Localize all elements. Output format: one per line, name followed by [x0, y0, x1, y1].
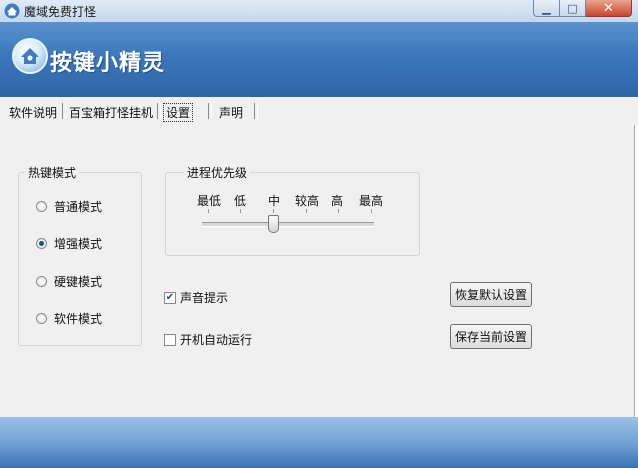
priority-slider-track[interactable] [202, 222, 374, 227]
tab-software-info[interactable]: 软件说明 [9, 104, 57, 121]
radio-software-mode[interactable]: 软件模式 [36, 310, 102, 327]
title-bar[interactable]: 魔域免费打怪 ▁ □ ✕ [0, 0, 638, 23]
minimize-button[interactable]: ▁ [533, 0, 560, 17]
process-priority-group: 进程优先级 [165, 164, 420, 256]
checkbox-box-checked: ✔ [164, 291, 176, 304]
footer-banner [0, 417, 638, 468]
radio-normal-mode[interactable]: 普通模式 [36, 198, 102, 215]
radio-hardware-mode[interactable]: 硬键模式 [36, 273, 102, 290]
restore-default-button[interactable]: 恢复默认设置 [450, 282, 532, 307]
settings-panel: 热键模式 普通模式 增强模式 硬键模式 软件模式 进程优先级 最低 低 中 较高… [0, 125, 635, 417]
maximize-button[interactable]: □ [560, 0, 586, 17]
maximize-icon: □ [567, 1, 578, 15]
radio-label: 普通模式 [54, 200, 103, 214]
tab-divider [208, 103, 212, 119]
radio-label: 增强模式 [54, 237, 103, 251]
house-icon [4, 3, 20, 19]
slider-tick [208, 209, 209, 213]
house-logo-icon [12, 38, 48, 74]
radio-enhanced-mode[interactable]: 增强模式 [36, 235, 102, 252]
priority-label-highest: 最高 [359, 194, 384, 208]
close-icon: ✕ [603, 0, 614, 16]
slider-tick [338, 209, 339, 213]
tab-divider [62, 103, 66, 119]
slider-tick [371, 209, 372, 213]
tab-settings[interactable]: 设置 [163, 103, 194, 122]
priority-label-lowest: 最低 [197, 194, 222, 208]
tab-statement[interactable]: 声明 [219, 104, 243, 121]
minimize-icon: ▁ [542, 1, 551, 15]
tab-divider [254, 103, 258, 119]
header-banner: 按键小精灵 [0, 22, 638, 97]
radio-label: 软件模式 [54, 312, 103, 326]
radio-indicator-selected [36, 238, 47, 249]
process-priority-title: 进程优先级 [184, 164, 251, 181]
slider-tick [306, 209, 307, 213]
priority-label-above-normal: 较高 [295, 194, 320, 208]
tab-bar: 软件说明 百宝箱打怪挂机 设置 声明 [0, 97, 638, 125]
close-button[interactable]: ✕ [586, 0, 632, 17]
save-current-button[interactable]: 保存当前设置 [450, 324, 532, 349]
autostart-checkbox[interactable]: 开机自动运行 [164, 331, 252, 348]
logo-text: 按键小精灵 [50, 51, 166, 76]
slider-tick [240, 209, 241, 213]
priority-label-normal: 中 [268, 194, 281, 208]
radio-indicator [36, 201, 47, 212]
sound-prompt-checkbox[interactable]: ✔ 声音提示 [164, 289, 228, 306]
checkbox-label: 开机自动运行 [180, 333, 253, 347]
radio-indicator [36, 313, 47, 324]
radio-indicator [36, 276, 47, 287]
hotkey-mode-title: 热键模式 [25, 164, 80, 181]
tab-divider [157, 103, 161, 119]
priority-slider-thumb[interactable] [268, 215, 279, 233]
window-title: 魔域免费打怪 [24, 5, 97, 19]
checkbox-label: 声音提示 [180, 291, 229, 305]
checkbox-box [164, 333, 176, 346]
tab-treasure-box[interactable]: 百宝箱打怪挂机 [69, 104, 153, 121]
priority-label-low: 低 [234, 194, 247, 208]
priority-label-high: 高 [331, 194, 344, 208]
slider-tick [273, 209, 274, 213]
radio-label: 硬键模式 [54, 275, 103, 289]
